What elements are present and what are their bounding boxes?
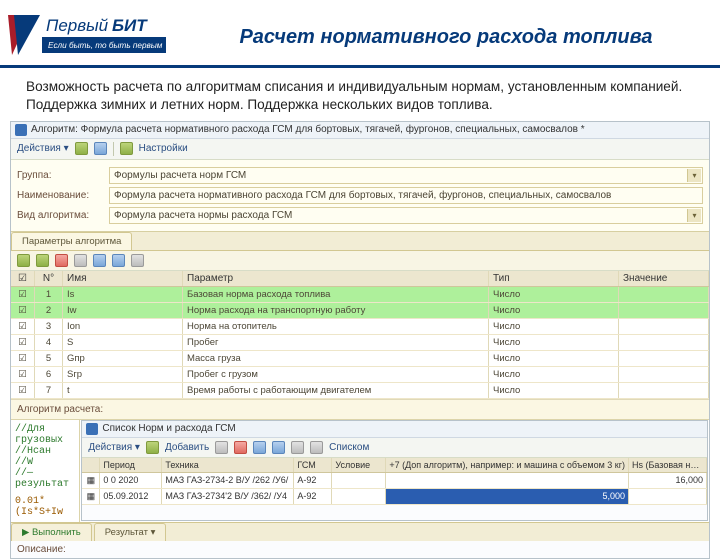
- actions-menu[interactable]: Действия ▾: [17, 143, 69, 154]
- col-check[interactable]: ☑: [11, 271, 35, 286]
- kind-input[interactable]: Формула расчета нормы расхода ГСМ▾: [109, 207, 703, 224]
- name-label: Наименование:: [17, 190, 109, 201]
- settings-menu[interactable]: Настройки: [139, 143, 188, 154]
- kind-label: Вид алгоритма:: [17, 210, 109, 221]
- sort-icon[interactable]: [131, 254, 144, 267]
- field-area: Группа: Формулы расчета норм ГСМ▾ Наимен…: [11, 160, 709, 232]
- filter-icon[interactable]: [253, 441, 266, 454]
- window-icon: [15, 124, 27, 136]
- sub-list[interactable]: Списком: [329, 442, 369, 453]
- window-toolbar: Действия ▾ Настройки: [11, 139, 709, 160]
- group-input[interactable]: Формулы расчета норм ГСМ▾: [109, 167, 703, 184]
- add-row-icon[interactable]: [17, 254, 30, 267]
- footer-tabs: ▶ Выполнить Результат ▾: [11, 522, 709, 541]
- col-type[interactable]: Тип: [489, 271, 619, 286]
- help-icon[interactable]: [291, 441, 304, 454]
- window-title: Алгоритм: Формула расчета нормативного р…: [31, 124, 585, 135]
- refresh-icon[interactable]: [94, 142, 107, 155]
- copy-row-icon[interactable]: [74, 254, 87, 267]
- app-window: Алгоритм: Формула расчета нормативного р…: [10, 121, 710, 559]
- sub-actions-menu[interactable]: Действия ▾: [88, 442, 140, 453]
- grid-toolbar: [11, 251, 709, 271]
- logo-word-1: Первый: [46, 16, 109, 35]
- col-name[interactable]: Имя: [63, 271, 183, 286]
- list-icon: [86, 423, 98, 435]
- col-value[interactable]: Значение: [619, 271, 709, 286]
- refresh2-icon[interactable]: [272, 441, 285, 454]
- subcol-formula[interactable]: +7 (Доп алгоритм), например: и машина с …: [386, 458, 629, 472]
- subcol-period[interactable]: Период: [100, 458, 162, 472]
- subcol-hs[interactable]: Hs (Базовая норм..., ч/1В...: [629, 458, 707, 472]
- subcol-gsm[interactable]: ГСМ: [294, 458, 332, 472]
- toolbar-separator: [113, 142, 114, 156]
- name-input[interactable]: Формула расчета нормативного расхода ГСМ…: [109, 187, 703, 204]
- logo-slogan: Если быть, то быть первым: [48, 41, 163, 50]
- subcol-vehicle[interactable]: Техника: [162, 458, 294, 472]
- subcol-icon[interactable]: [82, 458, 100, 472]
- col-param[interactable]: Параметр: [183, 271, 489, 286]
- code-panel: //Для грузовых //Нсан //W //—результат 0…: [11, 419, 709, 522]
- table-row[interactable]: ☑6SгрПробег с грузомЧисло: [11, 367, 709, 383]
- window-titlebar: Алгоритм: Формула расчета нормативного р…: [11, 122, 709, 139]
- algo-section-label: Алгоритм расчета:: [11, 399, 709, 419]
- tabs: Параметры алгоритма: [11, 232, 709, 251]
- view-icon[interactable]: [310, 441, 323, 454]
- tab-parameters[interactable]: Параметры алгоритма: [11, 232, 132, 250]
- table-row[interactable]: ☑1IsБазовая норма расхода топливаЧисло: [11, 287, 709, 303]
- chevron-down-icon[interactable]: ▾: [687, 209, 701, 222]
- subcol-cond[interactable]: Условие: [332, 458, 386, 472]
- run-button[interactable]: ▶ Выполнить: [11, 523, 92, 541]
- table-row[interactable]: ▦05.09.2012МАЗ ГАЗ-2734'2 В/У /362/ /У4А…: [82, 489, 707, 505]
- code-editor[interactable]: //Для грузовых //Нсан //W //—результат 0…: [11, 420, 80, 522]
- table-row[interactable]: ▦0 0 2020МАЗ ГАЗ-2734-2 В/У /262 /У6/А-9…: [82, 473, 707, 489]
- table-row[interactable]: ☑2IwНорма расхода на транспортную работу…: [11, 303, 709, 319]
- sub-add[interactable]: Добавить: [165, 442, 209, 453]
- slide-header: Первый БИТ Если быть, то быть первым Рас…: [0, 0, 720, 68]
- add-icon[interactable]: [146, 441, 159, 454]
- col-num[interactable]: N°: [35, 271, 63, 286]
- logo: Первый БИТ Если быть, то быть первым: [6, 7, 168, 63]
- save-icon[interactable]: [75, 142, 88, 155]
- table-row[interactable]: ☑7tВремя работы с работающим двигателемЧ…: [11, 383, 709, 399]
- result-tab[interactable]: Результат ▾: [94, 523, 167, 541]
- edit-row-icon[interactable]: [36, 254, 49, 267]
- table-row[interactable]: ☑4SПробегЧисло: [11, 335, 709, 351]
- chevron-down-icon[interactable]: ▾: [687, 169, 701, 182]
- description-label: Описание:: [11, 541, 709, 558]
- remove-icon[interactable]: [234, 441, 247, 454]
- move-up-icon[interactable]: [93, 254, 106, 267]
- table-row[interactable]: ☑5GпрМасса грузаЧисло: [11, 351, 709, 367]
- logo-word-2: БИТ: [112, 16, 148, 35]
- group-label: Группа:: [17, 170, 109, 181]
- slide-subtitle: Возможность расчета по алгоритмам списан…: [0, 68, 720, 121]
- subwindow-norms: Список Норм и расхода ГСМ Действия ▾ Доб…: [81, 420, 708, 521]
- move-down-icon[interactable]: [112, 254, 125, 267]
- settings-icon[interactable]: [120, 142, 133, 155]
- subwindow-title: Список Норм и расхода ГСМ: [102, 423, 235, 434]
- edit-icon[interactable]: [215, 441, 228, 454]
- slide-title: Расчет нормативного расхода топлива: [182, 20, 710, 49]
- parameters-grid: ☑ N° Имя Параметр Тип Значение ☑1IsБазов…: [11, 271, 709, 399]
- delete-row-icon[interactable]: [55, 254, 68, 267]
- table-row[interactable]: ☑3IonНорма на отопительЧисло: [11, 319, 709, 335]
